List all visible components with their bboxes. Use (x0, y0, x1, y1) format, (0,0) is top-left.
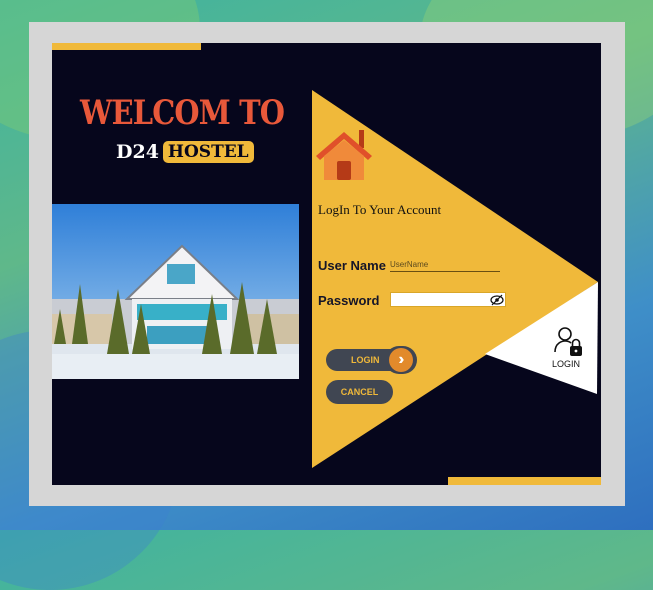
brand-badge: HOSTEL (162, 141, 254, 163)
login-arrow-button[interactable]: ›› (385, 346, 417, 374)
accent-bar-top (52, 43, 201, 50)
double-chevron-right-icon: ›› (389, 348, 413, 372)
password-label: Password (318, 293, 380, 308)
brand-logo: D24 HOSTEL (116, 141, 254, 163)
eye-slash-icon[interactable] (490, 293, 504, 306)
user-lock-icon[interactable] (554, 326, 584, 358)
cancel-button-label: CANCEL (340, 387, 379, 397)
username-label: User Name (318, 258, 386, 273)
accent-bar-bottom (448, 477, 601, 485)
side-login-caption: LOGIN (552, 359, 581, 369)
password-input[interactable] (390, 292, 506, 307)
login-button-label: LOGIN (351, 355, 380, 365)
username-input[interactable] (390, 257, 500, 272)
hostel-photo (52, 204, 299, 379)
welcome-heading: WELCOM TO (80, 93, 285, 133)
house-icon (314, 128, 374, 182)
brand-prefix: D24 (116, 141, 159, 163)
login-title: LogIn To Your Account (318, 202, 442, 217)
cancel-button[interactable]: CANCEL (326, 380, 393, 404)
